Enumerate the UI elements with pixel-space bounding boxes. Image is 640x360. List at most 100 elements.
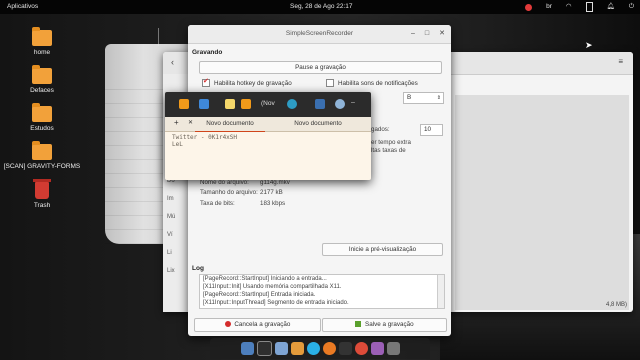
minimize-icon[interactable]: – bbox=[351, 99, 355, 106]
hotkey-key-select[interactable]: B ⇕ bbox=[403, 92, 444, 104]
search-icon[interactable] bbox=[287, 99, 297, 109]
power-icon[interactable]: ⏻ bbox=[629, 0, 634, 14]
files-icon[interactable] bbox=[240, 342, 254, 355]
menu-icon[interactable]: ≡ bbox=[618, 57, 623, 66]
field-label: Nome do arquivo: bbox=[200, 179, 249, 186]
desktop-icon-label: [SCAN] GRAVITY-FORMS bbox=[3, 163, 81, 170]
desktop-icon-defaces[interactable]: Defaces bbox=[2, 65, 82, 94]
sidebar-item[interactable]: Mú bbox=[167, 214, 175, 220]
save-recording-label: Salve a gravação bbox=[365, 321, 414, 328]
mouse-cursor-icon: ➤ bbox=[585, 40, 593, 50]
option-text-fragment: er tempo extra bbox=[371, 139, 411, 146]
sidebar-item[interactable]: Lix bbox=[167, 268, 175, 274]
folder-icon bbox=[32, 103, 52, 122]
back-icon[interactable]: ‹ bbox=[171, 57, 174, 67]
hotkey-checkbox[interactable] bbox=[202, 77, 210, 87]
folder-icon bbox=[32, 65, 52, 84]
hotkey-key-value: B bbox=[407, 94, 412, 101]
minimize-icon[interactable]: – bbox=[411, 25, 415, 43]
maximize-icon[interactable]: □ bbox=[425, 25, 429, 43]
skype-icon[interactable] bbox=[306, 342, 320, 355]
hotkey-checkbox-label: Habilita hotkey de gravação bbox=[214, 79, 292, 87]
editor-toolbar: (Nov – □ bbox=[165, 92, 371, 117]
sidebar-item[interactable]: Li bbox=[167, 250, 172, 256]
desktop-icon-scan-gravity-forms[interactable]: [SCAN] GRAVITY-FORMS bbox=[2, 141, 82, 170]
cancel-recording-button[interactable]: Cancela a gravação bbox=[194, 318, 321, 332]
file-size-value: 2177 kB bbox=[260, 189, 283, 196]
desktop-icon-home[interactable]: home bbox=[2, 27, 82, 56]
tab-active[interactable]: Novo documento bbox=[195, 117, 265, 132]
editor-text-area[interactable]: Twitter - 0K1r4xSH LeL bbox=[165, 132, 371, 148]
desktop-icon-label: home bbox=[33, 49, 51, 56]
close-icon[interactable]: ✕ bbox=[439, 25, 445, 43]
folder-icon bbox=[32, 141, 52, 160]
start-preview-button[interactable]: Inicie a pré-visualização bbox=[322, 243, 443, 256]
field-label: Taxa de bits: bbox=[200, 200, 235, 207]
frames-spinbox[interactable]: 10 bbox=[420, 124, 443, 136]
editor-line: LeL bbox=[172, 141, 183, 148]
photos-icon[interactable] bbox=[290, 342, 304, 355]
mail-icon[interactable] bbox=[274, 342, 288, 355]
cancel-recording-label: Cancela a gravação bbox=[234, 321, 291, 328]
trash-icon bbox=[33, 179, 51, 199]
applications-menu[interactable]: Aplicativos bbox=[7, 0, 38, 14]
option-text-fragment: ltas taxas de bbox=[371, 147, 406, 154]
camera-icon[interactable] bbox=[386, 342, 400, 355]
window-title: SimpleScreenRecorder bbox=[285, 30, 354, 37]
file-name-value: g114g.mkv bbox=[260, 179, 290, 186]
frames-label: gados: bbox=[371, 126, 390, 133]
log-box[interactable]: [PageRecord::StartInput] Iniciando a ent… bbox=[199, 274, 445, 309]
cancel-dot-icon bbox=[224, 321, 231, 328]
pause-recording-button[interactable]: Pause a gravação bbox=[199, 61, 442, 74]
notifications-icon[interactable]: 🔔︎ bbox=[607, 0, 615, 14]
record-indicator-icon[interactable] bbox=[525, 3, 533, 11]
desktop-icon-estudos[interactable]: Estudos bbox=[2, 103, 82, 132]
save-file-icon[interactable] bbox=[199, 99, 209, 109]
open-folder-icon[interactable] bbox=[179, 99, 189, 109]
desktop-icon-label: Trash bbox=[33, 202, 51, 209]
sound-checkbox[interactable] bbox=[326, 79, 334, 87]
new-tab-icon[interactable]: + bbox=[174, 118, 179, 127]
spin-arrows-icon: ⇕ bbox=[436, 95, 441, 101]
frames-value: 10 bbox=[424, 126, 432, 133]
system-tray: br ◠ 🔔︎ ⏻ bbox=[525, 0, 634, 14]
edit-icon[interactable] bbox=[315, 99, 325, 109]
log-scrollbar[interactable] bbox=[437, 275, 444, 308]
recorder-titlebar: SimpleScreenRecorder – □ ✕ bbox=[188, 25, 451, 44]
terminal-icon[interactable] bbox=[338, 342, 352, 355]
size-cell: 4,8 MB) bbox=[605, 302, 627, 308]
battery-icon[interactable] bbox=[585, 2, 593, 12]
clock[interactable]: Seg, 28 de Ago 22:17 bbox=[290, 0, 353, 14]
desktop-icon-label: Defaces bbox=[30, 87, 54, 94]
sidebar-item[interactable]: Ví bbox=[167, 232, 173, 238]
editor-title: (Nov bbox=[261, 100, 275, 107]
text-editor-window: (Nov – □ + ✕ Novo documento Novo documen… bbox=[165, 92, 371, 180]
document-icon[interactable] bbox=[225, 99, 235, 109]
editor-line: Twitter - 0K1r4xSH bbox=[172, 134, 238, 141]
save-recording-button[interactable]: Salve a gravação bbox=[322, 318, 447, 332]
field-label: Tamanho do arquivo: bbox=[200, 189, 258, 196]
sidebar-item[interactable]: Im bbox=[167, 196, 174, 202]
window-controls: – □ ✕ bbox=[411, 25, 445, 43]
folder-icon[interactable] bbox=[241, 99, 251, 109]
sound-checkbox-label: Habilita sons de notificações bbox=[338, 79, 418, 87]
music-icon[interactable] bbox=[370, 342, 384, 355]
bitrate-value: 183 kbps bbox=[260, 200, 286, 207]
close-tab-icon[interactable]: ✕ bbox=[188, 119, 193, 126]
wifi-icon[interactable]: ◠ bbox=[566, 0, 572, 14]
save-icon bbox=[355, 321, 362, 328]
tab-inactive[interactable]: Novo documento bbox=[283, 117, 353, 131]
chrome-icon[interactable] bbox=[354, 342, 368, 355]
terminal-icon[interactable] bbox=[256, 341, 272, 356]
desktop-icon-label: Estudos bbox=[30, 125, 54, 132]
desktop-icon-trash[interactable]: Trash bbox=[2, 179, 82, 209]
sound-checkbox-row[interactable]: Habilita sons de notificações bbox=[326, 79, 418, 87]
top-panel: Aplicativos Seg, 28 de Ago 22:17 br ◠ 🔔︎… bbox=[0, 0, 640, 14]
log-line: [X11Input::Init] Usando memória comparti… bbox=[203, 284, 342, 290]
hotkey-checkbox-row[interactable]: Habilita hotkey de gravação bbox=[202, 77, 292, 87]
background-content bbox=[455, 95, 629, 310]
editor-tab-bar: + ✕ Novo documento Novo documento ◷ bbox=[165, 117, 371, 132]
gear-icon[interactable] bbox=[335, 99, 345, 109]
keyboard-layout[interactable]: br bbox=[546, 0, 552, 14]
firefox-icon[interactable] bbox=[322, 342, 336, 355]
